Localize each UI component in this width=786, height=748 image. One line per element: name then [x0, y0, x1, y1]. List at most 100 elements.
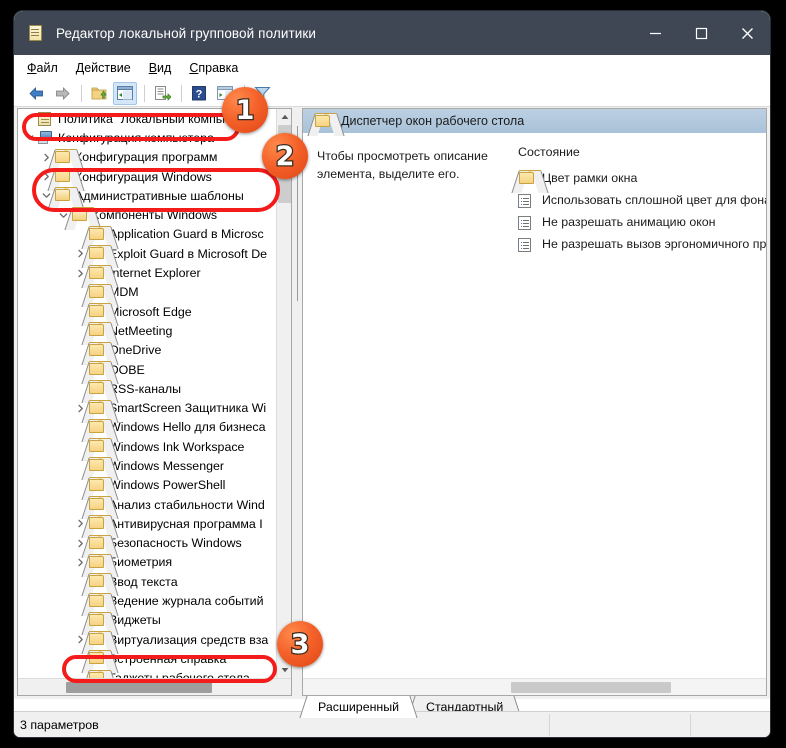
- tree-item[interactable]: Виртуализация средств вза: [18, 630, 291, 649]
- column-header-state[interactable]: Состояние: [518, 145, 766, 167]
- policy-setting-icon: [518, 215, 535, 230]
- tree-item[interactable]: Windows Messenger: [18, 456, 291, 475]
- setting-label: Использовать сплошной цвет для фона нач: [542, 193, 766, 207]
- tree-item[interactable]: SmartScreen Защитника Wi: [18, 398, 291, 417]
- setting-row[interactable]: Не разрешать анимацию окон: [518, 211, 766, 233]
- policy-scroll-icon: [37, 109, 55, 128]
- tree-vertical-scrollbar[interactable]: [276, 109, 291, 678]
- tree-item[interactable]: Компоненты Windows: [18, 205, 291, 224]
- tree-item-label: Internet Explorer: [109, 266, 201, 281]
- menu-item-accel: Ф: [27, 60, 37, 75]
- tree-item[interactable]: Application Guard в Microsc: [18, 225, 291, 244]
- setting-row[interactable]: Не разрешать вызов эргономичного проли: [518, 233, 766, 255]
- menu-item-label: правка: [198, 60, 239, 75]
- tree-item[interactable]: NetMeeting: [18, 321, 291, 340]
- tree-item[interactable]: Анализ стабильности Wind: [18, 495, 291, 514]
- setting-row[interactable]: Использовать сплошной цвет для фона нач: [518, 189, 766, 211]
- help-icon[interactable]: ?: [187, 82, 211, 105]
- forward-arrow-icon[interactable]: [50, 82, 74, 105]
- tree-item[interactable]: Windows PowerShell: [18, 476, 291, 495]
- setting-label: Цвет рамки окна: [542, 171, 638, 185]
- tree-item[interactable]: Конфигурация программ: [18, 148, 291, 167]
- tree-item-label: SmartScreen Защитника Wi: [109, 401, 267, 416]
- menu-item-3[interactable]: Справка: [189, 61, 238, 75]
- tree-item[interactable]: Безопасность Windows: [18, 534, 291, 553]
- tree-item-label: Ввод текста: [109, 574, 178, 589]
- maximize-button[interactable]: [678, 11, 724, 55]
- settings-horizontal-scroll-thumb[interactable]: [511, 682, 671, 693]
- tree-item[interactable]: Ведение журнала событий: [18, 591, 291, 610]
- tree-item[interactable]: Microsoft Edge: [18, 302, 291, 321]
- folder-icon: [88, 264, 111, 283]
- menu-item-1[interactable]: Действие: [76, 61, 131, 75]
- menu-item-accel: Д: [75, 60, 85, 75]
- setting-row[interactable]: Цвет рамки окна: [518, 167, 766, 189]
- tree-item[interactable]: MDM: [18, 283, 291, 302]
- tree-item[interactable]: Встроенная справка: [18, 649, 291, 668]
- tree-item[interactable]: Windows Hello для бизнеса: [18, 418, 291, 437]
- tree-item-label: Windows Messenger: [109, 458, 225, 473]
- scroll-up-arrow-icon[interactable]: [277, 109, 291, 125]
- tree-list[interactable]: Политика "Локальный компьют Конфигурация …: [18, 109, 291, 678]
- folder-icon: [88, 630, 111, 649]
- settings-horizontal-scrollbar[interactable]: [303, 678, 766, 695]
- tree-horizontal-scrollbar[interactable]: [18, 678, 291, 695]
- toolbar-separator: [81, 84, 82, 102]
- back-arrow-icon[interactable]: [24, 82, 48, 105]
- tree-item-label: Антивирусная программа I: [109, 516, 263, 531]
- menu-item-2[interactable]: Вид: [149, 61, 172, 75]
- title-bar[interactable]: Редактор локальной групповой политики: [14, 11, 770, 55]
- tree-item[interactable]: Конфигурация Windows: [18, 167, 291, 186]
- settings-pane-title: Диспетчер окон рабочего стола: [341, 114, 525, 128]
- tree-item[interactable]: Биометрия: [18, 553, 291, 572]
- tab-extended[interactable]: Расширенный: [308, 696, 410, 718]
- pane-splitter[interactable]: [293, 108, 302, 696]
- close-button[interactable]: [724, 11, 770, 55]
- tree-item[interactable]: Антивирусная программа I: [18, 514, 291, 533]
- annotation-badge-2-number: 2: [274, 140, 295, 172]
- annotation-badge-3: 3: [277, 621, 323, 667]
- menu-item-label: ид: [157, 60, 172, 75]
- folder-icon: [88, 418, 111, 437]
- toolbar-separator: [181, 84, 182, 102]
- tree-item-label: Биометрия: [109, 555, 173, 570]
- folder-icon: [88, 495, 111, 514]
- folder-icon: [315, 113, 337, 127]
- app-window: Редактор локальной групповой политики Фа…: [14, 11, 770, 737]
- folder-icon: [88, 379, 111, 398]
- show-hide-tree-icon[interactable]: [113, 81, 137, 105]
- tree-item[interactable]: OOBE: [18, 360, 291, 379]
- folder-icon: [88, 244, 111, 263]
- tree-item[interactable]: Административные шаблоны: [18, 186, 291, 205]
- folder-open-icon: [54, 186, 77, 205]
- tree-item[interactable]: Ввод текста: [18, 572, 291, 591]
- folder-icon: [88, 321, 111, 340]
- tree-item[interactable]: Exploit Guard в Microsoft De: [18, 244, 291, 263]
- tree-item-label: Виджеты: [109, 613, 161, 628]
- tree-item[interactable]: RSS-каналы: [18, 379, 291, 398]
- tree-item[interactable]: Виджеты: [18, 611, 291, 630]
- menu-item-accel: С: [189, 60, 199, 75]
- tree-item-label: Административные шаблоны: [75, 188, 244, 203]
- tree-item[interactable]: OneDrive: [18, 341, 291, 360]
- menu-item-0[interactable]: Файл: [27, 61, 58, 75]
- tree-item[interactable]: Гаджеты рабочего стола: [18, 669, 291, 678]
- status-text: 3 параметров: [20, 717, 99, 732]
- folder-icon: [88, 456, 111, 475]
- up-folder-icon[interactable]: [87, 82, 111, 105]
- export-list-icon[interactable]: [150, 82, 174, 105]
- chevron-down-icon[interactable]: [22, 128, 37, 147]
- tree-item[interactable]: Internet Explorer: [18, 263, 291, 282]
- minimize-button[interactable]: [632, 11, 678, 55]
- tree-horizontal-scroll-thumb[interactable]: [66, 682, 212, 693]
- folder-icon: [88, 399, 111, 418]
- tree-item[interactable]: Windows Ink Workspace: [18, 437, 291, 456]
